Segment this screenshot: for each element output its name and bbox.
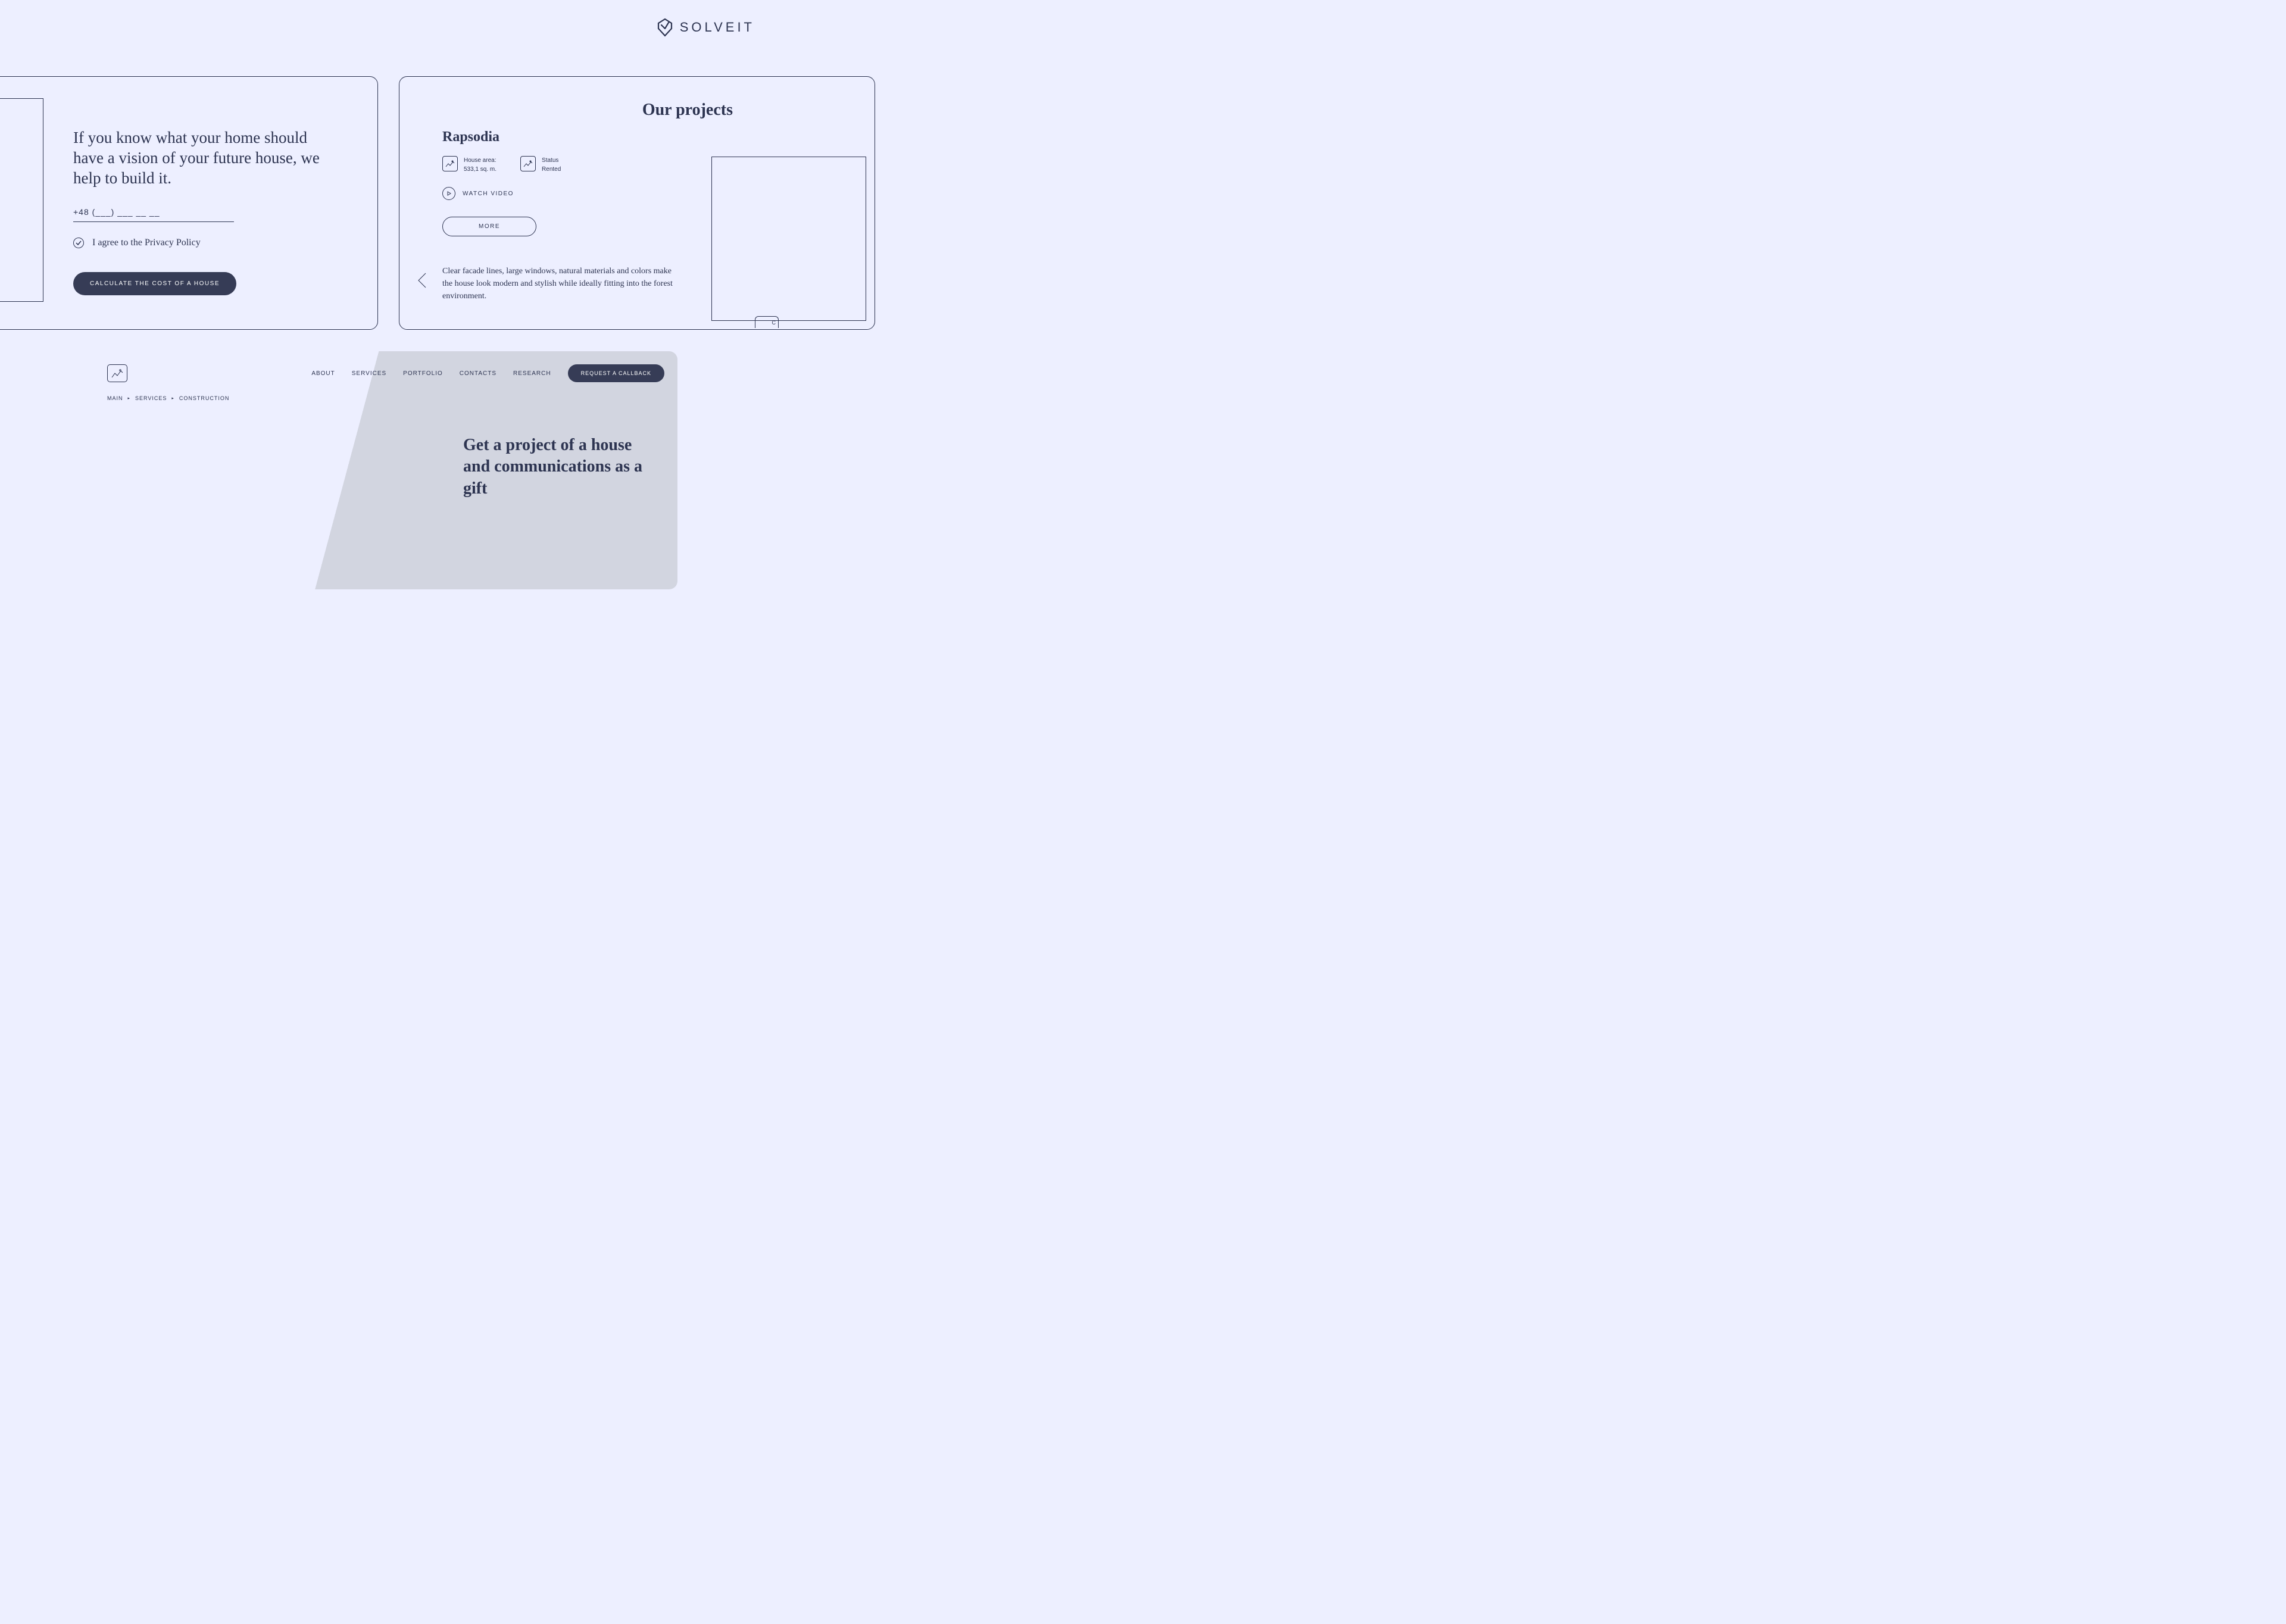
privacy-checkbox-row[interactable]: I agree to the Privacy Policy <box>73 238 341 248</box>
nav-portfolio[interactable]: PORTFOLIO <box>403 370 443 377</box>
brand-logo: SOLVEIT <box>657 18 755 37</box>
breadcrumb-separator-icon: ▸ <box>171 396 174 401</box>
nav-contacts[interactable]: CONTACTS <box>460 370 496 377</box>
cost-calculation-card: If you know what your home should have a… <box>0 76 378 330</box>
site-logo-placeholder[interactable] <box>107 364 127 382</box>
projects-section-title: Our projects <box>399 101 733 120</box>
more-button[interactable]: MORE <box>442 217 536 236</box>
project-description: Clear facade lines, large windows, natur… <box>442 265 680 302</box>
check-icon <box>73 238 84 248</box>
calculate-button[interactable]: CALCULATE THE COST OF A HOUSE <box>73 272 236 295</box>
nav-about[interactable]: ABOUT <box>311 370 335 377</box>
image-placeholder-icon <box>442 156 458 171</box>
breadcrumb-separator-icon: ▸ <box>128 396 131 401</box>
nav-services[interactable]: SERVICES <box>352 370 386 377</box>
phone-input[interactable] <box>73 207 234 222</box>
main-nav: ABOUT SERVICES PORTFOLIO CONTACTS RESEAR… <box>311 364 664 382</box>
crumb-services[interactable]: SERVICES <box>135 395 167 401</box>
chevron-left-icon[interactable] <box>417 272 427 292</box>
crumb-construction[interactable]: CONSTRUCTION <box>179 395 230 401</box>
small-box: C <box>755 316 779 328</box>
projects-card: Our projects Rapsodia House area: 533,1 … <box>399 76 875 330</box>
area-meta: House area: 533,1 sq. m. <box>442 156 496 174</box>
hero-headline: Get a project of a house and communicati… <box>463 435 654 499</box>
request-callback-button[interactable]: REQUEST A CALLBACK <box>568 364 664 382</box>
image-placeholder-icon <box>520 156 536 171</box>
play-icon <box>442 187 455 200</box>
nav-research[interactable]: RESEARCH <box>513 370 551 377</box>
watch-video-button[interactable]: WATCH VIDEO <box>442 187 728 200</box>
privacy-label: I agree to the Privacy Policy <box>92 238 201 248</box>
area-value: 533,1 sq. m. <box>464 165 496 174</box>
brand-name: SOLVEIT <box>680 20 755 35</box>
headline: If you know what your home should have a… <box>73 128 341 188</box>
project-name: Rapsodia <box>442 129 728 145</box>
image-placeholder-right <box>711 157 866 321</box>
image-placeholder-left <box>0 98 43 302</box>
area-label: House area: <box>464 156 496 165</box>
breadcrumb: MAIN ▸ SERVICES ▸ CONSTRUCTION <box>107 395 229 401</box>
crumb-main[interactable]: MAIN <box>107 395 123 401</box>
status-value: Rented <box>542 165 561 174</box>
status-label: Status <box>542 156 561 165</box>
website-preview-card: ABOUT SERVICES PORTFOLIO CONTACTS RESEAR… <box>94 351 677 589</box>
status-meta: Status Rented <box>520 156 561 174</box>
logo-icon <box>657 18 673 37</box>
watch-video-label: WATCH VIDEO <box>463 190 514 197</box>
